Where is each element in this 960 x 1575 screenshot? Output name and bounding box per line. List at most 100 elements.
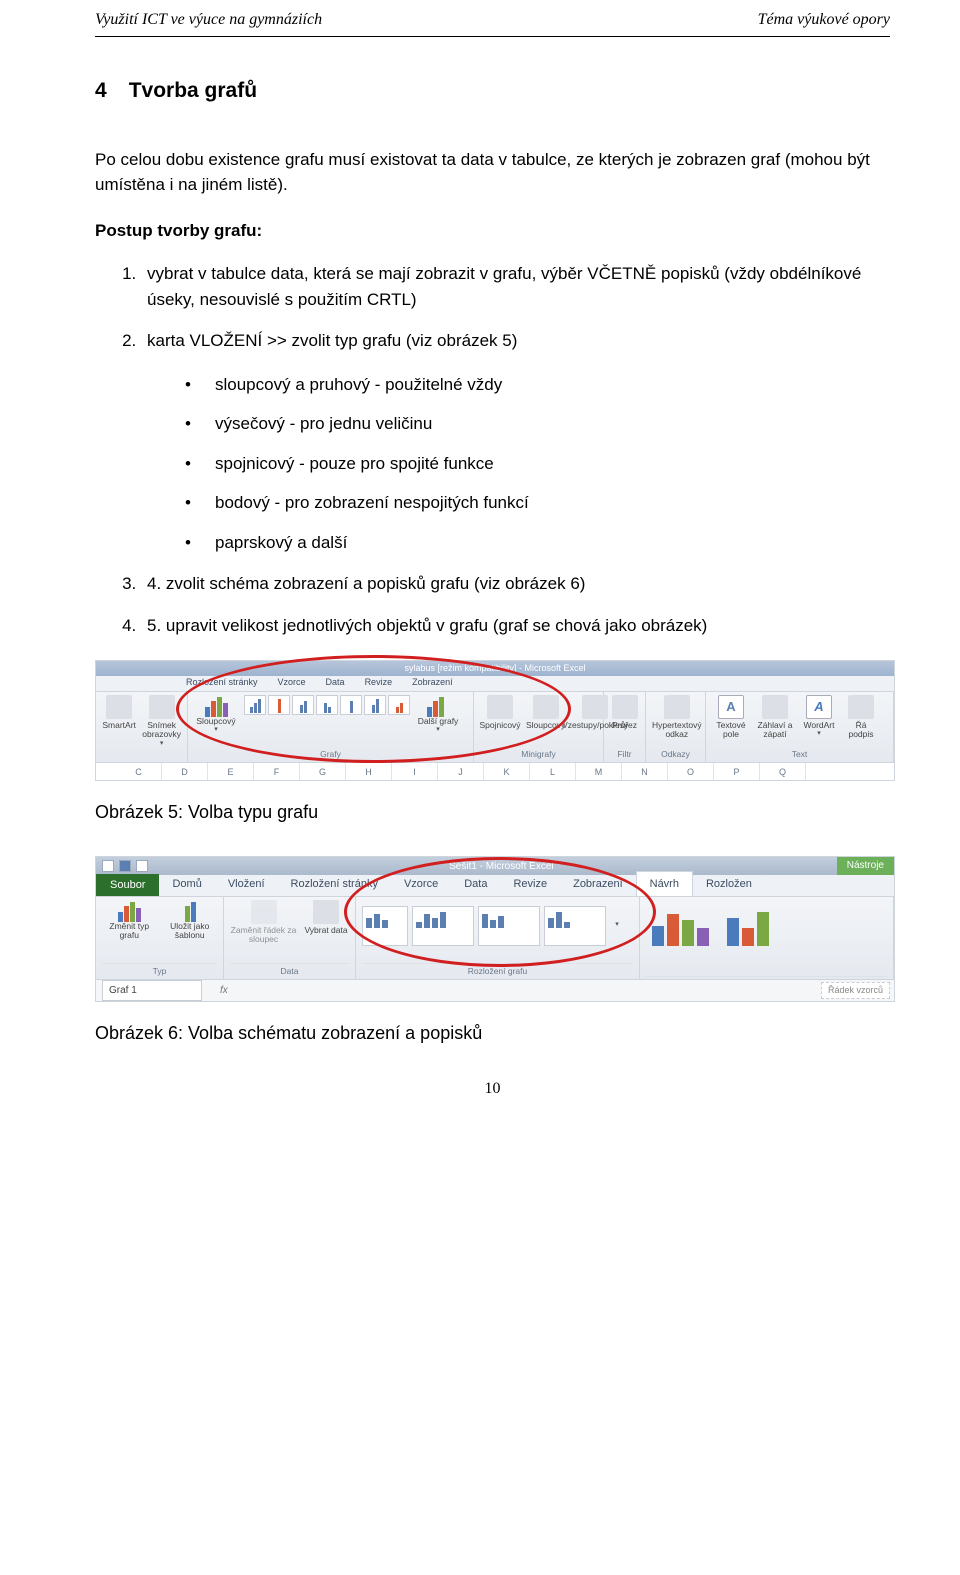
column-header[interactable]: F: [254, 763, 300, 780]
column-header[interactable]: O: [668, 763, 714, 780]
ribbon-group-data: Zaměnit řádek za sloupec Vybrat data Dat…: [224, 897, 356, 979]
column-header[interactable]: H: [346, 763, 392, 780]
qat-button[interactable]: [136, 860, 148, 872]
button-label: Změnit typ grafu: [102, 922, 157, 941]
chart-template-icon: [179, 900, 201, 922]
smartart-button[interactable]: SmartArt: [102, 695, 136, 730]
button-label: Hypertextový odkaz: [652, 721, 702, 740]
ribbon-group-chart-styles: [640, 897, 894, 979]
wordart-button[interactable]: A WordArt▾: [800, 695, 838, 738]
group-label: Typ: [102, 963, 217, 979]
group-label: [102, 760, 181, 762]
heading-number: 4: [95, 79, 107, 102]
chart-style-button[interactable]: [646, 910, 715, 946]
ribbon-group-type: Změnit typ grafu Uložit jako šablonu Typ: [96, 897, 224, 979]
column-header[interactable]: D: [162, 763, 208, 780]
column-header[interactable]: L: [530, 763, 576, 780]
switch-row-column-button[interactable]: Zaměnit řádek za sloupec: [230, 900, 297, 945]
slicer-icon: [612, 695, 638, 719]
ribbon-group-links: Hypertextový odkaz Odkazy: [646, 692, 706, 762]
ribbon-group-text: A Textové pole Záhlaví a zápatí A WordArt▾…: [706, 692, 894, 762]
list-item: spojnicový - pouze pro spojité funkce: [185, 451, 890, 477]
page-header: Využití ICT ve výuce na gymnáziích Téma …: [95, 0, 890, 37]
screenshot-button[interactable]: Snímek obrazovky▾: [142, 695, 181, 747]
list-item-text: karta VLOŽENÍ >> zvolit typ grafu (viz o…: [147, 331, 517, 350]
figure-6-caption: Obrázek 6: Volba schématu zobrazení a po…: [95, 1020, 890, 1047]
ribbon-group-filter: Průřez Filtr: [604, 692, 646, 762]
hyperlink-button[interactable]: Hypertextový odkaz: [652, 695, 702, 740]
list-item-text: spojnicový - pouze pro spojité funkce: [215, 454, 494, 473]
heading-text: Tvorba grafů: [129, 79, 257, 102]
slicer-button[interactable]: Průřez: [610, 695, 639, 730]
list-item-text: výsečový - pro jednu veličinu: [215, 414, 432, 433]
header-left: Využití ICT ve výuce na gymnáziích: [95, 8, 322, 32]
list-item: sloupcový a pruhový - použitelné vždy: [185, 372, 890, 398]
column-header[interactable]: I: [392, 763, 438, 780]
chart-style-button[interactable]: [721, 910, 775, 946]
page-number: 10: [95, 1077, 890, 1101]
fx-label[interactable]: fx: [220, 983, 228, 998]
column-header[interactable]: E: [208, 763, 254, 780]
list-item-text: 4. zvolit schéma zobrazení a popisků gra…: [147, 574, 585, 593]
list-item: 5. upravit velikost jednotlivých objektů…: [141, 613, 890, 639]
chevron-down-icon: ▾: [817, 730, 821, 738]
change-chart-type-button[interactable]: Změnit typ grafu: [102, 900, 157, 941]
intro-paragraph: Po celou dobu existence grafu musí exist…: [95, 147, 890, 198]
highlight-ellipse: [176, 655, 571, 763]
smartart-icon: [106, 695, 132, 719]
column-headers: C D E F G H I J K L M N O P Q: [96, 762, 894, 780]
button-label: Snímek obrazovky: [142, 721, 181, 740]
switch-icon: [251, 900, 277, 924]
header-footer-button[interactable]: Záhlaví a zápatí: [756, 695, 794, 740]
header-right: Téma výukové opory: [758, 8, 890, 32]
file-tab[interactable]: Soubor: [96, 874, 159, 897]
button-label: WordArt: [803, 721, 834, 730]
qat-button[interactable]: [102, 860, 114, 872]
qat-button[interactable]: [119, 860, 131, 872]
list-item: bodový - pro zobrazení nespojitých funkc…: [185, 490, 890, 516]
list-item: výsečový - pro jednu veličinu: [185, 411, 890, 437]
column-header[interactable]: P: [714, 763, 760, 780]
list-item-text: paprskový a další: [215, 533, 347, 552]
group-label: [646, 976, 887, 979]
column-header[interactable]: C: [116, 763, 162, 780]
button-label: Záhlaví a zápatí: [756, 721, 794, 740]
signature-icon: [848, 695, 874, 719]
list-item: 4. zvolit schéma zobrazení a popisků gra…: [141, 571, 890, 597]
list-item: vybrat v tabulce data, která se mají zob…: [141, 261, 890, 312]
screenshot-icon: [149, 695, 175, 719]
column-header[interactable]: K: [484, 763, 530, 780]
column-header[interactable]: Q: [760, 763, 806, 780]
hyperlink-icon: [664, 695, 690, 719]
group-label: Data: [230, 963, 349, 979]
column-header[interactable]: J: [438, 763, 484, 780]
tab[interactable]: Domů: [159, 872, 214, 897]
header-footer-icon: [762, 695, 788, 719]
textbox-icon: A: [718, 695, 744, 719]
formula-bar-hint: Řádek vzorců: [821, 982, 890, 1000]
button-label: Textové pole: [712, 721, 750, 740]
list-item-text: sloupcový a pruhový - použitelné vždy: [215, 375, 502, 394]
select-data-button[interactable]: Vybrat data: [303, 900, 349, 935]
figure-6-screenshot: Sešit1 - Microsoft Excel Nástroje Soubor…: [95, 856, 895, 1002]
select-data-icon: [313, 900, 339, 924]
button-label: Průřez: [612, 721, 637, 730]
name-box[interactable]: Graf 1: [102, 980, 202, 1001]
procedure-heading: Postup tvorby grafu:: [95, 218, 890, 244]
list-item-text: bodový - pro zobrazení nespojitých funkc…: [215, 493, 529, 512]
tab[interactable]: Vložení: [215, 872, 278, 897]
chart-icon: [118, 900, 140, 922]
column-header[interactable]: G: [300, 763, 346, 780]
textbox-button[interactable]: A Textové pole: [712, 695, 750, 740]
button-label: Vybrat data: [304, 926, 347, 935]
wordart-icon: A: [806, 695, 832, 719]
figure-5-screenshot: sylabus [režim kompatibility] - Microsof…: [95, 660, 895, 781]
save-template-button[interactable]: Uložit jako šablonu: [163, 900, 218, 941]
tab[interactable]: Rozložen: [693, 872, 765, 897]
list-item: paprskový a další: [185, 530, 890, 556]
button-label: Zaměnit řádek za sloupec: [230, 926, 297, 945]
column-header[interactable]: M: [576, 763, 622, 780]
signature-button[interactable]: Řá podpis: [844, 695, 878, 740]
list-item-text: 5. upravit velikost jednotlivých objektů…: [147, 616, 707, 635]
column-header[interactable]: N: [622, 763, 668, 780]
